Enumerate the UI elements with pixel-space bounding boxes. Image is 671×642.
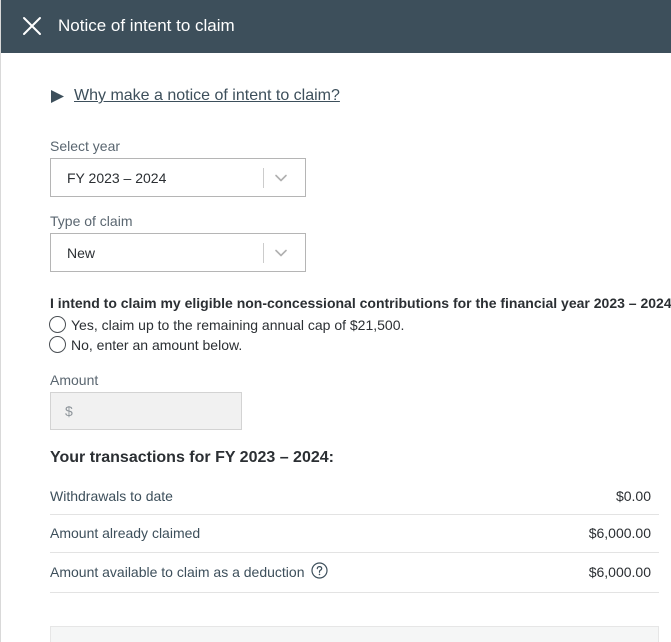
select-year-value: FY 2023 – 2024: [67, 170, 167, 186]
bottom-panel: [50, 626, 659, 642]
currency-symbol: $: [65, 403, 73, 419]
why-accordion-link[interactable]: Why make a notice of intent to claim?: [74, 86, 340, 106]
withdrawals-label: Withdrawals to date: [50, 488, 173, 504]
close-icon: [23, 17, 41, 35]
amount-label: Amount: [50, 372, 99, 388]
panel-title: Notice of intent to claim: [58, 16, 235, 35]
triangle-right-icon: [51, 90, 64, 103]
amount-input[interactable]: [81, 393, 236, 429]
radio-no-label[interactable]: No, enter an amount below.: [71, 336, 242, 354]
radio-yes[interactable]: [49, 316, 66, 333]
help-icon[interactable]: [311, 562, 328, 579]
notice-of-intent-panel: Notice of intent to claim Why make a not…: [0, 0, 671, 642]
close-button[interactable]: [21, 15, 43, 37]
amount-input-wrapper: $: [50, 392, 242, 430]
claimed-value: $6,000.00: [588, 525, 651, 541]
withdrawals-value: $0.00: [615, 488, 651, 504]
table-row: Withdrawals to date $0.00: [50, 477, 659, 515]
dropdown-separator: [263, 168, 264, 188]
dropdown-separator: [263, 243, 264, 263]
claim-type-label: Type of claim: [50, 213, 133, 229]
transactions-heading: Your transactions for FY 2023 – 2024:: [50, 449, 334, 466]
available-label: Amount available to claim as a deduction: [50, 564, 305, 580]
select-year-label: Select year: [50, 138, 121, 154]
table-row: Amount available to claim as a deduction…: [50, 553, 659, 593]
intent-question: I intend to claim my eligible non-conces…: [50, 295, 671, 311]
radio-yes-label[interactable]: Yes, claim up to the remaining annual ca…: [71, 316, 404, 334]
select-year-dropdown[interactable]: FY 2023 – 2024: [50, 158, 306, 197]
claim-type-dropdown[interactable]: New: [50, 233, 306, 272]
available-value: $6,000.00: [588, 564, 651, 580]
chevron-down-icon: [275, 174, 287, 182]
chevron-down-icon: [275, 249, 287, 257]
table-row: Amount already claimed $6,000.00: [50, 515, 659, 553]
radio-no[interactable]: [49, 336, 66, 353]
claim-type-value: New: [67, 245, 96, 261]
claimed-label: Amount already claimed: [50, 525, 201, 541]
panel-header: Notice of intent to claim: [1, 0, 671, 53]
